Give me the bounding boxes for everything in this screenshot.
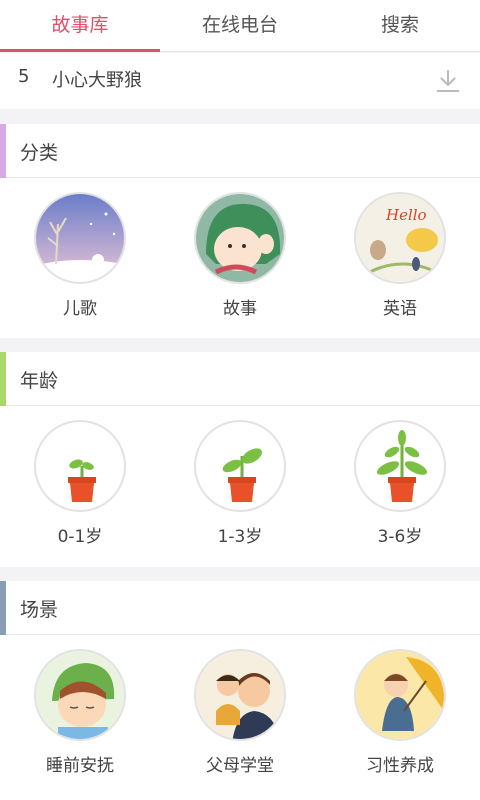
section-title: 分类 xyxy=(20,142,59,164)
tab-online-radio[interactable]: 在线电台 xyxy=(160,0,320,51)
category-label: 儿歌 xyxy=(63,299,97,319)
track-title: 小心大野狼 xyxy=(52,70,142,91)
tab-story-library[interactable]: 故事库 xyxy=(0,0,160,52)
section-accent-bar xyxy=(0,581,6,635)
svg-text:Hello: Hello xyxy=(385,206,427,224)
download-icon[interactable] xyxy=(434,67,462,95)
section-title: 场景 xyxy=(20,599,59,621)
category-item-nursery-rhyme[interactable]: 儿歌 xyxy=(0,178,160,319)
habit-image xyxy=(354,649,446,741)
category-label: 故事 xyxy=(223,299,257,319)
nursery-rhyme-image xyxy=(34,192,126,284)
age-header: 年龄 xyxy=(0,352,480,406)
scene-label: 睡前安抚 xyxy=(46,756,114,776)
scene-item-habit[interactable]: 习性养成 xyxy=(320,635,480,776)
story-image xyxy=(194,192,286,284)
age-section: 年龄 0-1岁 1-3岁 3-6岁 xyxy=(0,352,480,567)
category-section: 分类 儿歌 故事 Hello 英语 xyxy=(0,124,480,338)
sprout-large-icon xyxy=(354,420,446,512)
scene-item-parent-school[interactable]: 父母学堂 xyxy=(160,635,320,776)
english-image: Hello xyxy=(354,192,446,284)
sprout-medium-icon xyxy=(194,420,286,512)
top-tab-bar: 故事库 在线电台 搜索 xyxy=(0,0,480,52)
category-item-story[interactable]: 故事 xyxy=(160,178,320,319)
section-accent-bar xyxy=(0,352,6,406)
category-item-english[interactable]: Hello 英语 xyxy=(320,178,480,319)
bedtime-image xyxy=(34,649,126,741)
scene-header: 场景 xyxy=(0,581,480,635)
scene-item-bedtime[interactable]: 睡前安抚 xyxy=(0,635,160,776)
age-item-1-3[interactable]: 1-3岁 xyxy=(160,406,320,547)
category-header: 分类 xyxy=(0,124,480,178)
track-row[interactable]: 5 小心大野狼 xyxy=(0,53,480,109)
category-label: 英语 xyxy=(383,299,417,319)
sprout-small-icon xyxy=(34,420,126,512)
track-number: 5 xyxy=(18,66,30,87)
scene-label: 父母学堂 xyxy=(206,756,274,776)
age-label: 0-1岁 xyxy=(57,527,103,547)
age-item-0-1[interactable]: 0-1岁 xyxy=(0,406,160,547)
age-label: 1-3岁 xyxy=(217,527,263,547)
section-accent-bar xyxy=(0,124,6,178)
age-label: 3-6岁 xyxy=(377,527,423,547)
parent-school-image xyxy=(194,649,286,741)
tab-search[interactable]: 搜索 xyxy=(320,0,480,51)
age-item-3-6[interactable]: 3-6岁 xyxy=(320,406,480,547)
scene-label: 习性养成 xyxy=(366,756,434,776)
section-title: 年龄 xyxy=(20,370,59,392)
scene-section: 场景 睡前安抚 父母学堂 习性养成 xyxy=(0,581,480,800)
